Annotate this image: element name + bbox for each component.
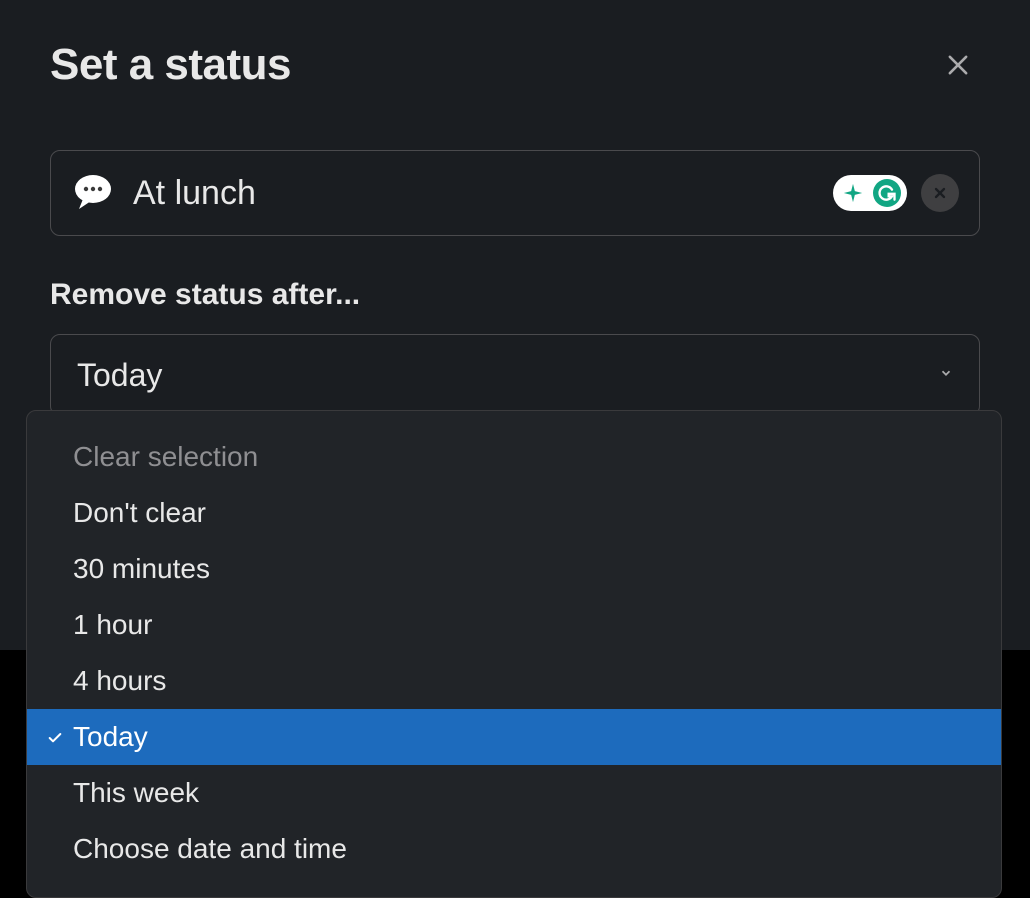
- modal-title: Set a status: [50, 40, 291, 90]
- dropdown-option[interactable]: Today: [27, 709, 1001, 765]
- duration-select[interactable]: Today: [50, 334, 980, 416]
- dropdown-option-label: Today: [73, 721, 148, 753]
- dropdown-option[interactable]: 1 hour: [27, 597, 1001, 653]
- duration-dropdown: Clear selection Don't clear 30 minutes 1 h…: [26, 410, 1002, 898]
- emoji-picker-button[interactable]: [71, 171, 115, 215]
- close-button[interactable]: [936, 43, 980, 87]
- dropdown-option-label: Don't clear: [73, 497, 206, 529]
- dropdown-option-label: Choose date and time: [73, 833, 347, 865]
- dropdown-option[interactable]: This week: [27, 765, 1001, 821]
- sparkle-icon: [839, 179, 867, 207]
- status-input-container: [50, 150, 980, 236]
- speech-balloon-icon: [71, 171, 115, 215]
- grammarly-icon: [873, 179, 901, 207]
- duration-select-wrap: Today Clear selection Don't clear30 minu…: [50, 334, 980, 416]
- dropdown-header-label: Clear selection: [73, 441, 258, 473]
- dropdown-option[interactable]: Don't clear: [27, 485, 1001, 541]
- dropdown-option-label: 1 hour: [73, 609, 152, 641]
- close-icon: [944, 51, 972, 79]
- status-modal: Set a status: [0, 0, 1030, 650]
- dropdown-option-label: This week: [73, 777, 199, 809]
- chevron-down-icon: [939, 366, 953, 385]
- duration-select-value: Today: [77, 357, 162, 394]
- clear-input-button[interactable]: [921, 174, 959, 212]
- dropdown-option[interactable]: Choose date and time: [27, 821, 1001, 877]
- x-icon: [932, 185, 948, 201]
- check-icon: [47, 721, 63, 753]
- status-text-input[interactable]: [133, 174, 833, 213]
- dropdown-header: Clear selection: [27, 429, 1001, 485]
- modal-header: Set a status: [50, 40, 980, 90]
- remove-after-label: Remove status after...: [50, 278, 980, 312]
- dropdown-option[interactable]: 30 minutes: [27, 541, 1001, 597]
- dropdown-option-label: 30 minutes: [73, 553, 210, 585]
- dropdown-option-label: 4 hours: [73, 665, 166, 697]
- dropdown-option[interactable]: 4 hours: [27, 653, 1001, 709]
- extension-badge[interactable]: [833, 175, 907, 211]
